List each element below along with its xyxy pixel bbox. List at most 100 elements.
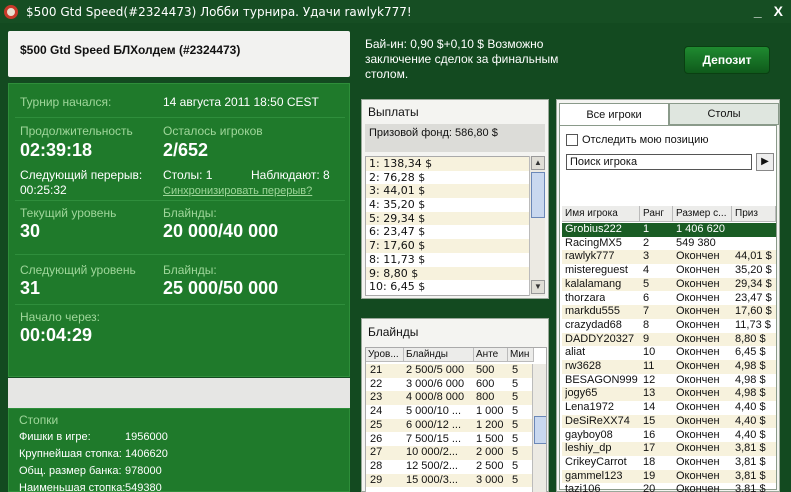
- prize-fund: Призовой фонд: 586,80 $: [365, 124, 545, 152]
- blinds-ante: 2 500: [476, 459, 504, 472]
- player-row[interactable]: rw3628 11 Окончен 4,98 $: [562, 360, 776, 374]
- stack-value: 549380: [125, 482, 162, 492]
- player-name: crazydad68: [565, 318, 622, 331]
- buyin-text: Бай-ин: 0,90 $+0,10 $ Возможно заключени…: [365, 37, 559, 81]
- player-name: CrikeyCarrot: [565, 455, 627, 468]
- blinds-min: 5: [512, 391, 519, 404]
- player-name: gammel123: [565, 469, 623, 482]
- player-rank: 8: [643, 318, 650, 331]
- blinds-col-min[interactable]: Мин: [508, 348, 534, 362]
- blinds-row: 23 4 000/8 000 800 5: [366, 391, 534, 406]
- scroll-up-icon[interactable]: ▲: [531, 156, 545, 170]
- player-row[interactable]: tazi106 20 Окончен 3,81 $: [562, 483, 776, 492]
- player-row[interactable]: rawlyk777 3 Окончен 44,01 $: [562, 250, 776, 265]
- player-row[interactable]: gammel123 19 Окончен 3,81 $: [562, 469, 776, 484]
- payout-item: 7: 17,60 $: [366, 239, 530, 253]
- col-rank[interactable]: Ранг: [640, 206, 673, 222]
- player-stack: 1 406 620: [676, 223, 725, 235]
- panel-spacer: [8, 378, 350, 408]
- next-level-label: Следующий уровень: [20, 263, 136, 277]
- tournament-info-panel: Турнир начался: 14 августа 2011 18:50 CE…: [8, 83, 350, 377]
- player-row[interactable]: DADDY20327 9 Окончен 8,80 $: [562, 332, 776, 347]
- close-button[interactable]: X: [774, 3, 783, 19]
- blinds-level: 22: [370, 377, 383, 390]
- player-row[interactable]: gayboy08 16 Окончен 4,40 $: [562, 429, 776, 443]
- window-titlebar: $500 Gtd Speed(#2324473) Лобби турнира. …: [0, 0, 791, 23]
- player-row[interactable]: Lena1972 14 Окончен 4,40 $: [562, 401, 776, 415]
- minimize-button[interactable]: _: [754, 3, 762, 19]
- blinds-ante: 2 000: [476, 446, 504, 459]
- blinds-value: 2 500/5 000: [406, 364, 465, 376]
- stack-label: Крупнейшая стопка:: [19, 448, 122, 460]
- current-level-value: 30: [20, 221, 41, 241]
- col-player-name[interactable]: Имя игрока: [562, 206, 640, 222]
- player-row[interactable]: kalalamang 5 Окончен 29,34 $: [562, 277, 776, 292]
- player-prize: 11,73 $: [735, 318, 771, 331]
- player-row[interactable]: RacingMX5 2 549 380: [562, 237, 776, 251]
- player-row[interactable]: BESAGON999 12 Окончен 4,98 $: [562, 374, 776, 388]
- player-stack: Окончен: [676, 277, 720, 290]
- tab-all-players[interactable]: Все игроки: [559, 103, 669, 125]
- player-prize: 8,80 $: [735, 332, 766, 345]
- blinds-col-level[interactable]: Уров...: [366, 348, 404, 362]
- blinds-title: Блайнды: [368, 325, 419, 339]
- blinds-level: 23: [370, 391, 383, 404]
- stack-row: Общ. размер банка: 978000: [19, 465, 162, 477]
- track-position-checkbox[interactable]: [566, 134, 578, 146]
- player-row[interactable]: Grobius222 1 1 406 620: [562, 223, 776, 237]
- player-row[interactable]: aliat 10 Окончен 6,45 $: [562, 346, 776, 360]
- started-label: Турнир начался:: [20, 95, 112, 109]
- player-rank: 18: [643, 455, 656, 468]
- tables-count: Столы: 1: [163, 168, 213, 182]
- blinds-level: 27: [370, 446, 383, 459]
- player-row[interactable]: markdu555 7 Окончен 17,60 $: [562, 305, 776, 319]
- scroll-thumb[interactable]: [531, 172, 545, 218]
- stacks-title: Стопки: [19, 413, 59, 427]
- payouts-scrollbar[interactable]: ▲ ▼: [529, 156, 545, 296]
- player-name: DADDY20327: [565, 332, 635, 345]
- player-search-input[interactable]: Поиск игрока: [566, 154, 752, 170]
- player-row[interactable]: DeSiReXX74 15 Окончен 4,40 $: [562, 414, 776, 429]
- player-row[interactable]: CrikeyCarrot 18 Окончен 3,81 $: [562, 456, 776, 470]
- scroll-down-icon[interactable]: ▼: [531, 280, 545, 294]
- blinds-level: 29: [370, 473, 383, 486]
- blinds-scrollbar[interactable]: [532, 364, 546, 492]
- player-rank: 20: [643, 483, 656, 492]
- player-row[interactable]: mistereguest 4 Окончен 35,20 $: [562, 264, 776, 278]
- col-stack-size[interactable]: Размер с...: [673, 206, 732, 222]
- track-position[interactable]: Отследить мою позицию: [566, 134, 708, 146]
- payout-item: 1: 138,34 $: [366, 157, 530, 171]
- player-prize: 4,98 $: [735, 387, 766, 400]
- player-row[interactable]: leshiy_dp 17 Окончен 3,81 $: [562, 442, 776, 456]
- blinds-col-ante[interactable]: Анте: [474, 348, 508, 362]
- stack-value: 978000: [125, 465, 162, 477]
- blinds-ante: 500: [476, 364, 495, 376]
- blinds-ante: 1 000: [476, 405, 504, 418]
- blinds-min: 5: [512, 459, 519, 472]
- blinds-row: 21 2 500/5 000 500 5: [366, 364, 534, 378]
- blinds-row: 24 5 000/10 ... 1 000 5: [366, 405, 534, 419]
- player-row[interactable]: crazydad68 8 Окончен 11,73 $: [562, 319, 776, 333]
- player-stack: Окончен: [676, 318, 720, 331]
- blinds-min: 5: [512, 377, 519, 390]
- deposit-button[interactable]: Депозит: [684, 46, 770, 74]
- player-prize: 4,40 $: [735, 414, 766, 427]
- sync-breaks-link[interactable]: Синхронизировать перерыв?: [163, 185, 312, 197]
- player-stack: Окончен: [676, 346, 720, 359]
- blinds-col-blinds[interactable]: Блайнды: [404, 348, 474, 362]
- col-prize[interactable]: Приз: [732, 206, 776, 222]
- stack-row: Фишки в игре: 1956000: [19, 431, 168, 443]
- scroll-thumb[interactable]: [534, 416, 546, 444]
- player-rank: 17: [643, 442, 656, 455]
- blinds-ante: 1 500: [476, 432, 504, 445]
- tab-tables[interactable]: Столы: [669, 103, 779, 125]
- tournament-header: $500 Gtd Speed БЛХолдем (#2324473): [8, 31, 350, 77]
- payouts-title: Выплаты: [368, 105, 419, 119]
- player-row[interactable]: thorzara 6 Окончен 23,47 $: [562, 292, 776, 306]
- player-prize: 4,98 $: [735, 360, 766, 372]
- search-go-icon[interactable]: ▶: [756, 153, 774, 171]
- player-row[interactable]: jogy65 13 Окончен 4,98 $: [562, 387, 776, 402]
- player-rank: 16: [643, 428, 656, 441]
- duration-label: Продолжительность: [20, 124, 133, 138]
- player-name: tazi106: [565, 483, 601, 492]
